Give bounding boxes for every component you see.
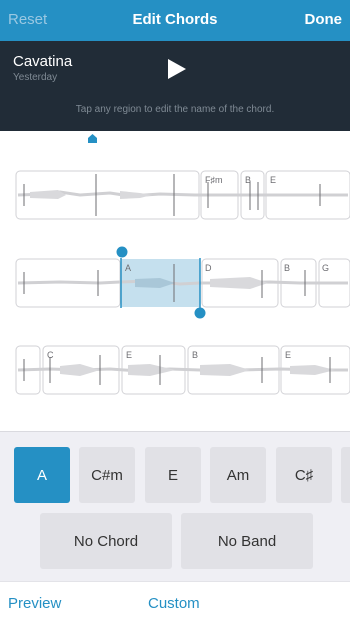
selection-start-handle[interactable]: [116, 246, 128, 258]
waveform-row: C E B E: [0, 345, 350, 395]
player-panel: Cavatina Yesterday Tap any region to edi…: [0, 41, 350, 131]
chord-label: C: [47, 350, 54, 360]
playhead-marker[interactable]: [88, 134, 97, 143]
chord-label: B: [284, 263, 291, 273]
waveform-row-graphic: [15, 258, 350, 308]
bottom-toolbar: Preview Custom: [0, 581, 350, 623]
chord-option-a[interactable]: A: [14, 447, 70, 503]
chord-label: E: [270, 175, 277, 185]
chord-label: E: [285, 350, 292, 360]
waveform-row: F♯m B E: [0, 170, 350, 220]
chord-option-csharp[interactable]: C♯: [276, 447, 332, 503]
waveform-row-graphic: [15, 170, 350, 220]
chord-label: E: [126, 350, 133, 360]
reset-button[interactable]: Reset: [8, 11, 47, 28]
song-subtitle: Yesterday: [13, 72, 58, 83]
chord-option-csharp-minor[interactable]: C#m: [79, 447, 135, 503]
chord-picker: A C#m E Am C♯ No Chord No Band: [0, 431, 350, 581]
page-title: Edit Chords: [132, 11, 218, 28]
no-chord-button[interactable]: No Chord: [40, 513, 172, 569]
chord-option-more[interactable]: [341, 447, 350, 503]
custom-tab[interactable]: Custom: [148, 595, 200, 612]
no-band-button[interactable]: No Band: [181, 513, 313, 569]
chord-label: G: [322, 263, 330, 273]
chord-label: B: [245, 175, 252, 185]
chord-option-e[interactable]: E: [145, 447, 201, 503]
chord-label: F♯m: [205, 175, 223, 185]
waveform-row: A D B G: [0, 258, 350, 308]
chord-label: B: [192, 350, 199, 360]
chord-option-a-minor[interactable]: Am: [210, 447, 266, 503]
preview-tab[interactable]: Preview: [8, 595, 61, 612]
chord-label: D: [205, 263, 212, 273]
song-title: Cavatina: [13, 53, 73, 70]
play-icon[interactable]: [166, 58, 188, 80]
chord-label: A: [125, 263, 132, 273]
done-button[interactable]: Done: [305, 11, 343, 28]
selection-end-handle[interactable]: [194, 307, 206, 319]
edit-hint: Tap any region to edit the name of the c…: [75, 104, 275, 115]
nav-bar: Reset Edit Chords Done: [0, 0, 350, 41]
